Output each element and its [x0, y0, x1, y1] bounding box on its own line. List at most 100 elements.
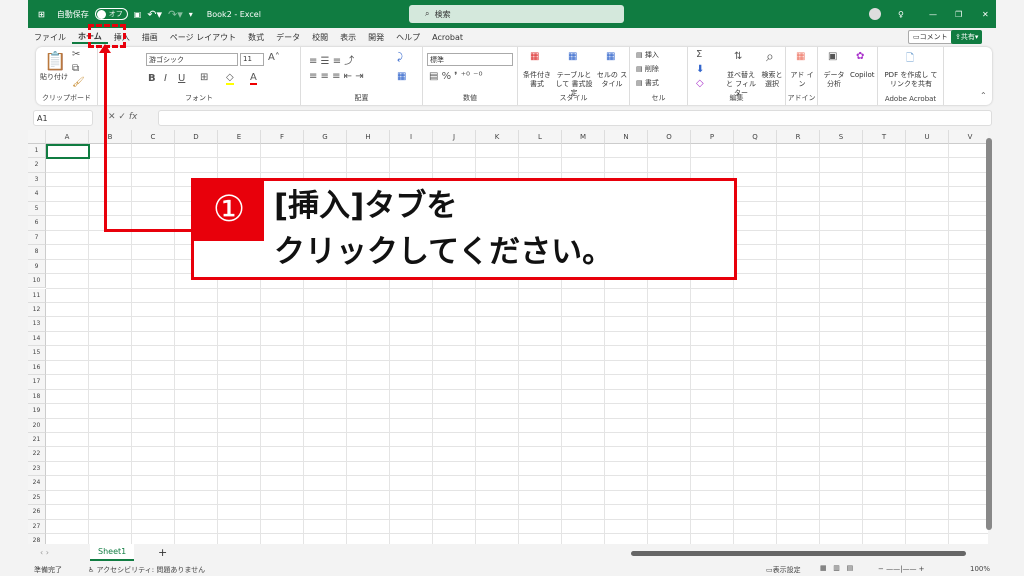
- display-settings-button[interactable]: ▭表示設定: [766, 565, 801, 575]
- row-header[interactable]: 8: [28, 245, 46, 260]
- row-header[interactable]: 18: [28, 389, 46, 405]
- column-header[interactable]: D: [175, 130, 218, 144]
- select-all-corner[interactable]: [28, 130, 46, 144]
- row-header[interactable]: 22: [28, 447, 46, 462]
- formula-input[interactable]: [158, 110, 992, 126]
- column-header[interactable]: R: [777, 130, 820, 144]
- undo-icon[interactable]: ↶▾: [147, 8, 162, 21]
- copy-icon[interactable]: ⧉: [72, 63, 79, 74]
- share-button[interactable]: ⇪ 共有 ▾: [951, 30, 983, 44]
- format-cells-button[interactable]: ▤ 書式: [636, 79, 659, 88]
- comment-button[interactable]: ▭ コメント: [908, 30, 953, 44]
- row-header[interactable]: 21: [28, 433, 46, 448]
- font-size-select[interactable]: 11: [240, 53, 264, 66]
- customize-icon[interactable]: ▾: [189, 10, 193, 19]
- clear-icon[interactable]: ◇: [696, 78, 704, 89]
- border-icon[interactable]: ⊞: [200, 72, 208, 83]
- tab-7[interactable]: 校閲: [306, 32, 334, 43]
- tab-8[interactable]: 表示: [334, 32, 362, 43]
- row-header[interactable]: 6: [28, 216, 46, 231]
- tab-0[interactable]: ファイル: [28, 32, 72, 43]
- row-header[interactable]: 23: [28, 461, 46, 477]
- fill-color-icon[interactable]: ◇: [226, 72, 234, 85]
- font-name-select[interactable]: 游ゴシック: [146, 53, 238, 66]
- column-header[interactable]: O: [648, 130, 691, 144]
- row-header[interactable]: 14: [28, 331, 46, 347]
- row-header[interactable]: 11: [28, 288, 46, 303]
- tab-4[interactable]: ページ レイアウト: [164, 32, 242, 43]
- column-header[interactable]: H: [347, 130, 390, 144]
- font-grow-icon[interactable]: A˄: [268, 52, 280, 63]
- fill-icon[interactable]: ⬇: [696, 64, 704, 75]
- tab-9[interactable]: 開発: [362, 32, 390, 43]
- column-header[interactable]: L: [519, 130, 562, 144]
- add-sheet-icon[interactable]: +: [158, 546, 167, 559]
- restore-icon[interactable]: ❐: [955, 10, 962, 19]
- copilot-button[interactable]: Copilot: [850, 71, 875, 80]
- column-header[interactable]: J: [433, 130, 476, 144]
- paste-icon[interactable]: 📋: [44, 51, 66, 72]
- column-header[interactable]: K: [476, 130, 519, 144]
- search-box[interactable]: ⌕ 検索: [409, 5, 624, 23]
- column-header[interactable]: G: [304, 130, 347, 144]
- accessibility-status[interactable]: ♿ アクセシビリティ: 問題ありません: [88, 565, 205, 575]
- sheet-nav-icon[interactable]: ‹ ›: [40, 548, 49, 557]
- data-analysis-button[interactable]: データ 分析: [822, 71, 846, 89]
- bold-icon[interactable]: B: [148, 73, 156, 84]
- row-header[interactable]: 17: [28, 375, 46, 390]
- autosum-icon[interactable]: Σ: [696, 49, 702, 60]
- align-left-icon[interactable]: ≡ ≡ ≡ ⇤ ⇥: [309, 71, 364, 82]
- find-select-button[interactable]: 検索と 選択: [760, 71, 784, 89]
- minimize-icon[interactable]: —: [929, 10, 937, 19]
- row-header[interactable]: 19: [28, 404, 46, 419]
- view-buttons[interactable]: ▦ ▥ ▤: [820, 564, 853, 572]
- delete-cells-button[interactable]: ▤ 削除: [636, 65, 659, 74]
- column-header[interactable]: I: [390, 130, 433, 144]
- conditional-format-button[interactable]: 条件付き 書式: [522, 71, 552, 89]
- row-header[interactable]: 12: [28, 302, 46, 318]
- merge-icon[interactable]: ▦: [397, 71, 406, 82]
- number-format-select[interactable]: 標準: [427, 53, 513, 66]
- row-header[interactable]: 13: [28, 317, 46, 332]
- zoom-slider[interactable]: − ——|—— +: [878, 565, 925, 573]
- column-header[interactable]: U: [906, 130, 949, 144]
- row-header[interactable]: 15: [28, 346, 46, 361]
- column-header[interactable]: F: [261, 130, 304, 144]
- column-header[interactable]: S: [820, 130, 863, 144]
- row-header[interactable]: 24: [28, 476, 46, 491]
- row-header[interactable]: 16: [28, 360, 46, 376]
- tab-3[interactable]: 描画: [136, 32, 164, 43]
- row-header[interactable]: 1: [28, 144, 46, 159]
- create-pdf-button[interactable]: PDF を作成し てリンクを共有: [882, 71, 940, 89]
- row-header[interactable]: 9: [28, 259, 46, 275]
- column-header[interactable]: V: [949, 130, 988, 144]
- underline-icon[interactable]: U: [178, 73, 185, 84]
- row-header[interactable]: 4: [28, 187, 46, 202]
- fx-icon[interactable]: ✕ ✓ fx: [108, 112, 137, 122]
- row-header[interactable]: 28: [28, 534, 46, 544]
- avatar[interactable]: [869, 8, 881, 20]
- sheet-tab[interactable]: Sheet1: [90, 544, 135, 561]
- format-painter-icon[interactable]: 🖌: [72, 77, 85, 88]
- tab-6[interactable]: データ: [270, 32, 306, 43]
- autosave-toggle[interactable]: オフ: [94, 8, 128, 20]
- lightbulb-icon[interactable]: ♀: [898, 10, 904, 19]
- save-icon[interactable]: ▣: [134, 10, 142, 19]
- name-box[interactable]: A1: [33, 110, 93, 126]
- row-header[interactable]: 3: [28, 172, 46, 188]
- tab-5[interactable]: 数式: [242, 32, 270, 43]
- redo-icon[interactable]: ↷▾: [168, 8, 183, 21]
- column-header[interactable]: E: [218, 130, 261, 144]
- font-color-icon[interactable]: A: [250, 72, 257, 85]
- column-header[interactable]: M: [562, 130, 605, 144]
- row-header[interactable]: 26: [28, 505, 46, 520]
- row-header[interactable]: 7: [28, 230, 46, 246]
- addins-button[interactable]: アド イン: [790, 71, 814, 89]
- column-header[interactable]: T: [863, 130, 906, 144]
- tab-10[interactable]: ヘルプ: [390, 32, 426, 43]
- cut-icon[interactable]: ✂: [72, 49, 80, 60]
- close-icon[interactable]: ✕: [982, 10, 989, 19]
- column-header[interactable]: P: [691, 130, 734, 144]
- row-header[interactable]: 25: [28, 490, 46, 506]
- percent-icon[interactable]: ▤ % ❜ ⁺⁰ ⁻⁰: [429, 71, 482, 82]
